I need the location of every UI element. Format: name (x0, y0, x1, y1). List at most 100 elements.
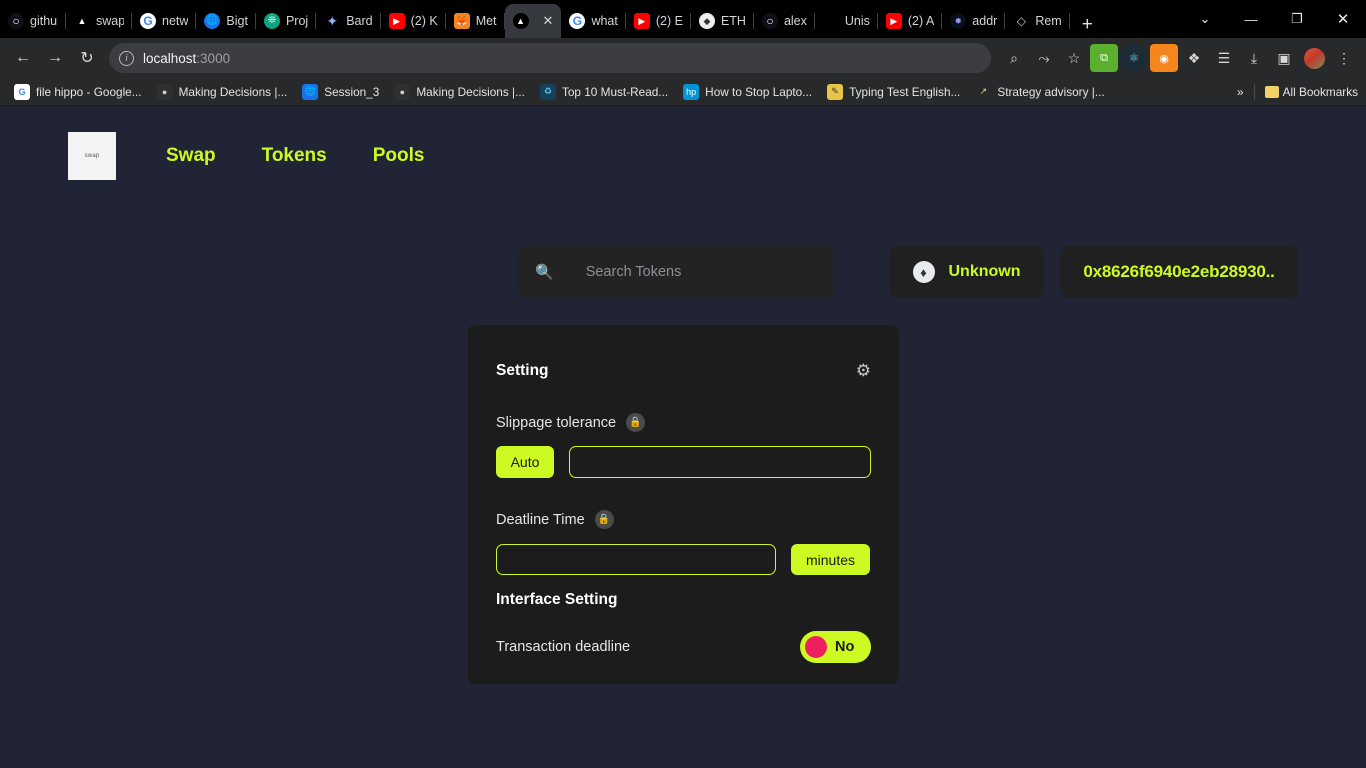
wallet-address-button[interactable]: 0x8626f6940e2eb28930.. (1060, 246, 1298, 298)
minutes-button[interactable]: minutes (791, 544, 870, 575)
transaction-deadline-toggle[interactable]: No (800, 631, 871, 663)
zoom-icon[interactable]: ⌕ (1000, 44, 1028, 72)
share-icon[interactable]: ⤳ (1030, 44, 1058, 72)
browser-tab[interactable]: ✦ Bard (316, 4, 381, 38)
extension-green-icon[interactable]: ⧉ (1090, 44, 1118, 72)
back-icon[interactable]: ← (8, 43, 38, 73)
window-controls: ⌄ — ❐ ✕ (1182, 0, 1366, 38)
remix-icon: ◇ (1016, 14, 1026, 28)
browser-tab[interactable]: ❊ Proj (256, 4, 317, 38)
ethereum-icon: ◆ (698, 13, 715, 29)
browser-tab[interactable]: ▶ (2) A (878, 4, 943, 38)
bookmark-label: Strategy advisory |... (997, 84, 1105, 99)
address-bar[interactable]: i localhost:3000 (109, 43, 991, 73)
maximize-icon[interactable]: ❐ (1274, 0, 1320, 38)
deadline-input[interactable] (496, 544, 776, 575)
app-header: swap Swap Tokens Pools (0, 106, 1366, 206)
google-icon: G (569, 13, 586, 29)
bookmark-label: Session_3 (324, 84, 380, 99)
bookmark-star-icon[interactable]: ☆ (1060, 44, 1088, 72)
forward-icon[interactable]: → (40, 43, 70, 73)
bookmark-item[interactable]: 🌐 Session_3 (296, 82, 385, 102)
browser-tab[interactable]: ✸ addr (942, 4, 1006, 38)
chain-selector-button[interactable]: ♦ Unknown (889, 246, 1044, 298)
all-bookmarks-label[interactable]: All Bookmarks (1283, 85, 1358, 99)
side-panel-icon[interactable]: ▣ (1270, 44, 1298, 72)
tab-label: Unis (844, 14, 870, 28)
browser-tab[interactable]: G netw (132, 4, 197, 38)
profile-avatar[interactable] (1300, 44, 1328, 72)
deadline-label: Deatline Time (496, 511, 585, 528)
slippage-label-row: Slippage tolerance 🔒 (496, 413, 871, 432)
browser-tab[interactable]: ○ github (0, 4, 66, 38)
bookmark-item[interactable]: ♻ Top 10 Must-Read... (534, 82, 674, 102)
deadline-label-row: Deatline Time 🔒 (496, 510, 871, 529)
interface-setting-title: Interface Setting (496, 591, 618, 608)
browser-tab[interactable]: ▶ (2) E (626, 4, 691, 38)
bookmark-item[interactable]: G file hippo - Google... (8, 82, 148, 102)
nav-item-tokens[interactable]: Tokens (262, 145, 327, 167)
browser-tab[interactable]: ▶ (2) K (381, 4, 446, 38)
tab-search-icon[interactable]: ⌄ (1182, 0, 1228, 38)
reload-icon[interactable]: ↻ (72, 43, 102, 73)
bookmark-label: How to Stop Lapto... (705, 84, 813, 99)
nav-item-pools[interactable]: Pools (373, 145, 425, 167)
bookmark-item[interactable]: ↗ Strategy advisory |... (969, 82, 1110, 102)
browser-tab[interactable]: G what (561, 4, 626, 38)
bookmark-item[interactable]: ● Making Decisions |... (151, 82, 294, 102)
bookmark-label: Top 10 Must-Read... (561, 84, 669, 99)
lock-icon[interactable]: 🔒 (626, 413, 646, 432)
chatgpt-icon: ❊ (263, 13, 280, 29)
browser-tab-active[interactable]: ▲ ✕ (504, 4, 562, 38)
bookmarks-overflow-icon[interactable]: » (1237, 85, 1244, 99)
metamask-extension-icon[interactable]: ◉ (1150, 44, 1178, 72)
blue-globe-icon: 🌐 (302, 83, 319, 100)
tab-label: alex (783, 14, 807, 28)
site-info-icon[interactable]: i (119, 50, 134, 66)
reading-list-icon[interactable]: ☰ (1210, 44, 1238, 72)
react-devtools-icon[interactable]: ⚛ (1120, 44, 1148, 72)
bookmark-item[interactable]: ● Making Decisions |... (388, 82, 531, 102)
transaction-deadline-label: Transaction deadline (496, 639, 631, 655)
wallet-area: ♦ Unknown 0x8626f6940e2eb28930.. (889, 246, 1298, 298)
youtube-icon: ▶ (388, 13, 405, 29)
minimize-icon[interactable]: — (1228, 0, 1274, 38)
close-window-icon[interactable]: ✕ (1320, 0, 1366, 38)
tab-label: Met (475, 14, 497, 28)
typing-test-icon: ✎ (827, 83, 844, 100)
gear-icon[interactable]: ⚙ (856, 361, 871, 381)
tab-label: Rem (1035, 14, 1062, 28)
tab-label: (2) A (907, 14, 935, 28)
download-icon[interactable]: ⤓ (1240, 44, 1268, 72)
browser-menu-icon[interactable]: ⋮ (1330, 44, 1358, 72)
line-chart-icon: ↗ (979, 86, 988, 96)
page-content: swap Swap Tokens Pools 🔍 Search Tokens ♦… (0, 106, 1366, 768)
uniswap-icon: ▲ (512, 13, 529, 29)
extensions-puzzle-icon[interactable]: ❖ (1180, 44, 1208, 72)
browser-tab[interactable]: ◇ Rem (1005, 4, 1070, 38)
bookmark-item[interactable]: ✎ Typing Test English... (821, 82, 966, 102)
bard-icon: ✦ (326, 13, 339, 29)
browser-tab[interactable]: Unis (815, 4, 878, 38)
nav-item-swap[interactable]: Swap (166, 145, 216, 167)
lock-icon[interactable]: 🔒 (594, 510, 614, 529)
transaction-deadline-row: Transaction deadline No (496, 631, 871, 663)
close-icon[interactable]: ✕ (543, 13, 554, 29)
browser-tab[interactable]: ◆ ETH (691, 4, 754, 38)
slippage-input[interactable] (569, 446, 871, 478)
browser-tab[interactable]: 🦊 Met (446, 4, 505, 38)
divider (1253, 83, 1255, 100)
token-search-bar[interactable]: 🔍 Search Tokens (517, 246, 834, 298)
browser-tab[interactable]: 🌐 Bigt (196, 4, 256, 38)
browser-tab[interactable]: ○ alex (754, 4, 815, 38)
bookmark-label: Making Decisions |... (416, 84, 525, 99)
settings-card: Setting ⚙ Slippage tolerance 🔒 Auto Deat… (468, 325, 899, 684)
browser-tab[interactable]: ▲ swap (66, 4, 132, 38)
app-logo[interactable]: swap (68, 132, 116, 180)
slippage-auto-button[interactable]: Auto (496, 446, 554, 478)
google-icon: G (140, 13, 156, 29)
chain-label: Unknown (948, 263, 1021, 280)
bookmark-item[interactable]: hp How to Stop Lapto... (677, 82, 818, 102)
new-tab-button[interactable]: + (1070, 15, 1103, 38)
tab-label: (2) E (655, 14, 683, 28)
